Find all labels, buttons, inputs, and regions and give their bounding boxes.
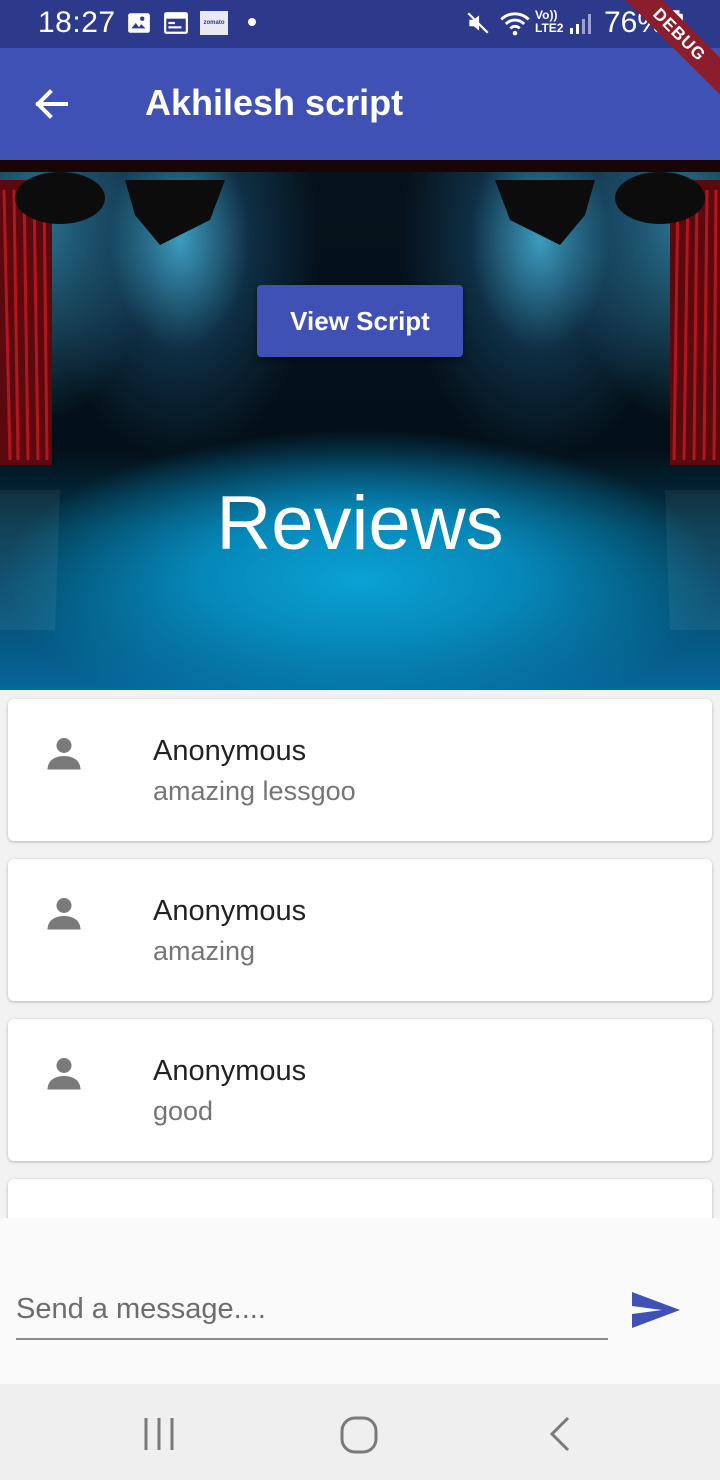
review-card[interactable]: Anonymous amazing lessgoo bbox=[8, 699, 712, 841]
view-script-button[interactable]: View Script bbox=[257, 285, 463, 357]
nav-back-icon[interactable] bbox=[540, 1414, 580, 1454]
message-composer bbox=[0, 1218, 720, 1384]
status-bar: 18:27 zomato Vo)) LTE2 76% DEBUG bbox=[0, 0, 720, 98]
person-icon bbox=[47, 898, 81, 930]
stage-background-image bbox=[0, 160, 720, 630]
review-author: Anonymous bbox=[153, 1055, 307, 1087]
person-icon bbox=[47, 738, 81, 770]
lte-label: LTE2 bbox=[535, 21, 564, 35]
recents-icon[interactable] bbox=[140, 1414, 180, 1454]
stage-banner: View Script Reviews bbox=[0, 160, 720, 690]
calendar-icon bbox=[164, 12, 188, 34]
stage-lights bbox=[15, 172, 705, 245]
page-title: Akhilesh script bbox=[145, 82, 404, 123]
home-icon[interactable] bbox=[338, 1414, 380, 1456]
left-curtain bbox=[0, 180, 52, 465]
review-comment: good bbox=[153, 1096, 214, 1126]
review-list[interactable]: Anonymous amazing lessgoo Anonymous amaz… bbox=[0, 690, 720, 1218]
app-bar: Akhilesh script bbox=[0, 48, 720, 160]
review-card[interactable]: Anonymous amazing bbox=[8, 859, 712, 1001]
gallery-icon bbox=[128, 13, 150, 33]
zomato-app-icon: zomato bbox=[200, 11, 228, 35]
review-card-partial[interactable] bbox=[8, 1179, 712, 1218]
system-nav-bar bbox=[0, 1384, 720, 1480]
reviews-heading: Reviews bbox=[216, 481, 504, 566]
review-comment: amazing lessgoo bbox=[153, 776, 356, 806]
review-card[interactable]: Anonymous good bbox=[8, 1019, 712, 1161]
right-curtain bbox=[670, 180, 720, 465]
notification-dot-icon bbox=[248, 18, 256, 26]
review-author: Anonymous bbox=[153, 895, 307, 927]
wifi-icon bbox=[500, 12, 530, 36]
arrow-back-icon[interactable] bbox=[24, 78, 76, 130]
person-icon bbox=[47, 1058, 81, 1090]
status-time: 18:27 bbox=[38, 6, 116, 39]
mute-icon bbox=[467, 12, 489, 34]
review-comment: amazing bbox=[153, 936, 256, 966]
volte-label: Vo)) bbox=[535, 8, 558, 22]
message-input[interactable] bbox=[16, 1280, 608, 1340]
review-author: Anonymous bbox=[153, 735, 307, 767]
signal-icon bbox=[570, 14, 591, 34]
send-icon[interactable] bbox=[628, 1288, 684, 1332]
volte-indicator: Vo)) LTE2 bbox=[535, 9, 563, 35]
